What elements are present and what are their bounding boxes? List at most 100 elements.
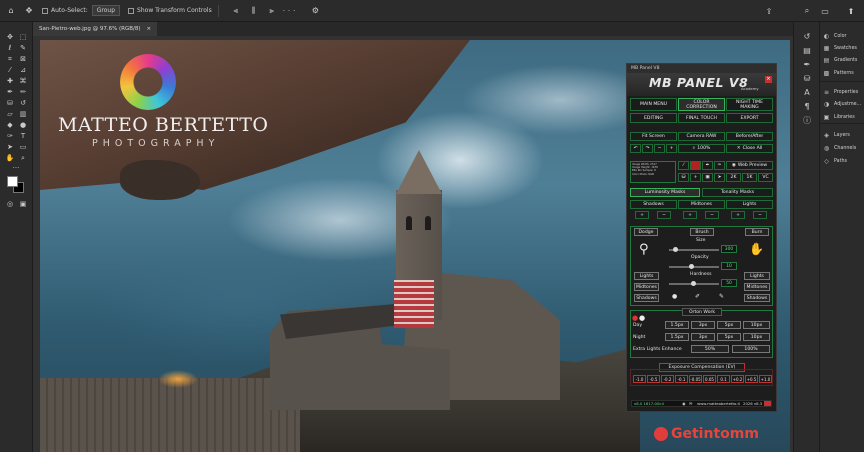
footer-url[interactable]: www.matteobertetto.it bbox=[697, 401, 740, 406]
panel-item-gradients[interactable]: ▤ Gradients bbox=[823, 55, 858, 65]
paragraph-icon[interactable]: ¶ bbox=[802, 102, 812, 112]
burn-lights-button[interactable]: Lights bbox=[744, 272, 770, 280]
dodge-lights-button[interactable]: Lights bbox=[634, 272, 659, 280]
auto-select-dropdown[interactable]: Group bbox=[91, 5, 121, 16]
orton-night-5px[interactable]: 5px bbox=[717, 333, 741, 341]
camera-icon[interactable]: ▣ bbox=[702, 173, 713, 182]
vc-button[interactable]: VC bbox=[758, 173, 773, 182]
hand-tool-icon[interactable]: ✋ bbox=[5, 154, 15, 163]
web-icon[interactable]: ◉ bbox=[681, 401, 688, 406]
pen-tool-icon[interactable]: ✑ bbox=[5, 132, 15, 141]
midtones-add-button[interactable]: + bbox=[683, 211, 697, 219]
shape-tool-icon[interactable]: ▭ bbox=[18, 143, 28, 152]
auto-select-checkbox[interactable] bbox=[42, 7, 48, 14]
extra-lights-100-button[interactable]: 100% bbox=[732, 345, 770, 353]
brush-settings-icon[interactable]: ✒ bbox=[802, 60, 812, 70]
brush-soft-icon[interactable]: ✐ bbox=[695, 293, 700, 300]
color-correction-button[interactable]: COLOR CORRECTION bbox=[678, 98, 725, 111]
dodge-shadows-button[interactable]: Shadows bbox=[634, 294, 659, 302]
frame-tool-icon[interactable]: ⊠ bbox=[18, 55, 28, 64]
move-tool-icon[interactable]: ✥ bbox=[5, 33, 15, 42]
luminosity-masks-tab[interactable]: Luminosity Masks bbox=[630, 188, 700, 197]
quick-select-icon[interactable]: ✎ bbox=[18, 44, 28, 53]
home-icon[interactable]: ⌂ bbox=[4, 4, 18, 18]
settings-icon[interactable]: ⚙ bbox=[308, 4, 322, 18]
burn-shadows-button[interactable]: Shadows bbox=[744, 294, 770, 302]
align-left-icon[interactable]: ⫷ bbox=[229, 4, 243, 18]
orton-day-10px[interactable]: 10px bbox=[743, 321, 770, 329]
web-preview-button[interactable]: ◉ Web Preview bbox=[726, 161, 773, 170]
panel-item-libraries[interactable]: ▣ Libraries bbox=[823, 112, 855, 122]
align-center-icon[interactable]: ⫼ bbox=[247, 4, 261, 18]
character-icon[interactable]: A bbox=[802, 88, 812, 98]
size-1k-button[interactable]: 1K bbox=[742, 173, 757, 182]
brush-tool-icon[interactable]: ✒ bbox=[5, 88, 15, 97]
burn-tool-icon[interactable]: ✋ bbox=[749, 242, 764, 256]
orton-red-dot-icon[interactable]: ● bbox=[632, 314, 638, 322]
burn-midtones-button[interactable]: Midtones bbox=[744, 283, 770, 291]
size-value[interactable]: 300 bbox=[721, 245, 737, 253]
workspace-icon[interactable]: ▭ bbox=[818, 4, 832, 18]
mb-panel-titlebar[interactable]: MB Panel V8 bbox=[627, 64, 776, 73]
exposure-button[interactable]: +1.0 bbox=[759, 375, 772, 383]
history-icon[interactable]: ↺ bbox=[802, 32, 812, 42]
zoom-tool-icon[interactable]: ⌕ bbox=[18, 154, 28, 163]
midtones-remove-button[interactable]: − bbox=[705, 211, 719, 219]
midtones-mask-button[interactable]: Midtones bbox=[678, 200, 725, 209]
type-tool-icon[interactable]: T bbox=[18, 132, 28, 141]
history-brush-icon[interactable]: ↺ bbox=[18, 99, 28, 108]
exposure-button[interactable]: 0.05 bbox=[703, 375, 716, 383]
editing-button[interactable]: EDITING bbox=[630, 113, 677, 123]
lights-mask-button[interactable]: Lights bbox=[726, 200, 773, 209]
orton-white-dot-icon[interactable]: ● bbox=[639, 314, 645, 322]
exposure-button[interactable]: +0.2 bbox=[731, 375, 744, 383]
dodge-tool-icon[interactable]: ⚲ bbox=[639, 242, 649, 257]
info-icon[interactable]: ⓘ bbox=[802, 116, 812, 126]
document-tab[interactable]: San-Pietro-web.jpg @ 97.6% (RGB/8) × bbox=[33, 22, 158, 36]
orton-night-3px[interactable]: 3px bbox=[691, 333, 715, 341]
share-document-icon[interactable]: ⬆ bbox=[844, 4, 858, 18]
show-transform-checkbox[interactable] bbox=[128, 7, 135, 14]
redo-icon[interactable]: ↷ bbox=[642, 144, 653, 153]
properties-icon[interactable]: ▤ bbox=[802, 46, 812, 56]
brush-button[interactable]: Brush bbox=[690, 228, 714, 236]
stamp-icon[interactable]: ⛁ bbox=[678, 173, 689, 182]
healing-brush-icon[interactable]: ✚ bbox=[5, 77, 15, 86]
pen-icon[interactable]: ✑ bbox=[714, 161, 725, 170]
lights-remove-button[interactable]: − bbox=[753, 211, 767, 219]
opacity-slider[interactable] bbox=[669, 266, 719, 268]
panel-item-layers[interactable]: ◈ Layers bbox=[823, 130, 850, 140]
before-after-button[interactable]: Before/After bbox=[726, 132, 773, 141]
close-icon[interactable]: × bbox=[147, 26, 152, 32]
opacity-value[interactable]: 10 bbox=[721, 262, 737, 270]
brush-icon[interactable]: ✒ bbox=[702, 161, 713, 170]
panel-item-patterns[interactable]: ▩ Patterns bbox=[823, 68, 854, 78]
panel-item-channels[interactable]: ◍ Channels bbox=[823, 143, 856, 153]
panel-item-color[interactable]: ◐ Color bbox=[823, 31, 847, 41]
orton-night-10px[interactable]: 10px bbox=[743, 333, 770, 341]
undo-icon[interactable]: ↶ bbox=[630, 144, 641, 153]
dodge-midtones-button[interactable]: Midtones bbox=[634, 283, 659, 291]
shadows-add-button[interactable]: + bbox=[635, 211, 649, 219]
clone-stamp-icon[interactable]: ⛁ bbox=[5, 99, 15, 108]
orton-day-3px[interactable]: 3px bbox=[691, 321, 715, 329]
zoom-100-button[interactable]: ⌕ 100% bbox=[678, 144, 725, 153]
lasso-tool-icon[interactable]: ℓ bbox=[5, 44, 15, 53]
exposure-button[interactable]: +0.5 bbox=[745, 375, 758, 383]
share-icon[interactable]: ⇪ bbox=[762, 4, 776, 18]
brush-hard-icon[interactable]: ● bbox=[672, 293, 677, 300]
size-slider-knob[interactable] bbox=[673, 247, 678, 252]
email-icon[interactable]: ✉ bbox=[687, 401, 694, 406]
exposure-button[interactable]: -0.1 bbox=[675, 375, 688, 383]
exposure-button[interactable]: 0.1 bbox=[717, 375, 730, 383]
final-touch-button[interactable]: FINAL TOUCH bbox=[678, 113, 725, 123]
size-2k-button[interactable]: 2K bbox=[726, 173, 741, 182]
panel-item-swatches[interactable]: ▦ Swatches bbox=[823, 43, 857, 53]
night-time-button[interactable]: NIGHT TIME MAKING bbox=[726, 98, 773, 111]
blur-icon[interactable]: ◆ bbox=[5, 121, 15, 130]
patch-icon[interactable]: ⌘ bbox=[18, 77, 28, 86]
footer-red-icon[interactable] bbox=[764, 401, 771, 406]
hardness-value[interactable]: 50 bbox=[721, 279, 737, 287]
export-button[interactable]: EXPORT bbox=[726, 113, 773, 123]
hardness-slider-knob[interactable] bbox=[691, 281, 696, 286]
